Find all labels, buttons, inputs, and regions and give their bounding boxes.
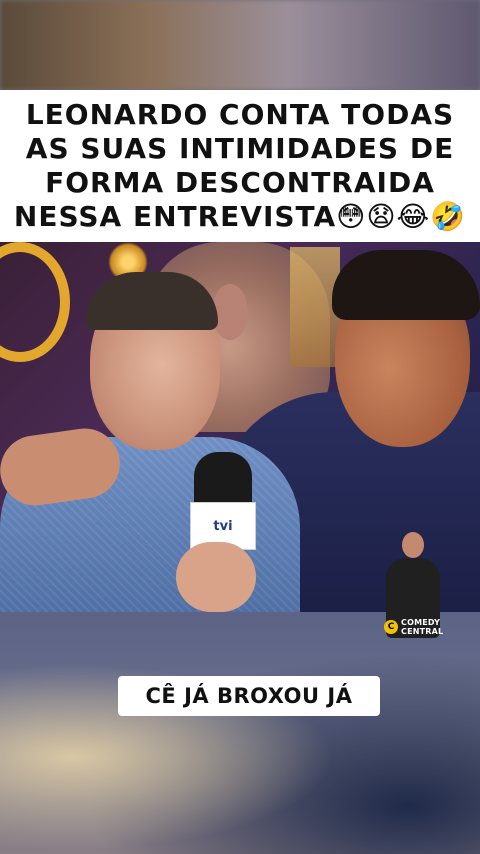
caption-text: LEONARDO CONTA TODAS AS SUAS INTIMIDADES… xyxy=(13,98,467,233)
brand-line-2: CENTRAL xyxy=(401,627,444,636)
brand-line-1: COMEDY xyxy=(401,618,441,627)
subtitle-box: CÊ JÁ BROXOU JÁ xyxy=(118,676,380,716)
blurred-background-bottom xyxy=(0,612,480,854)
subtitle-text: CÊ JÁ BROXOU JÁ xyxy=(145,684,353,708)
right-person-hair xyxy=(332,250,480,320)
marquee-light-decoration xyxy=(0,242,70,362)
cc-icon: C xyxy=(384,620,398,634)
hand-holding-microphone xyxy=(176,542,256,612)
blurred-background-top xyxy=(0,0,480,90)
comedy-central-text: COMEDY CENTRAL xyxy=(401,618,443,636)
tvi-logo: tvi xyxy=(213,518,233,534)
host-head xyxy=(402,532,424,558)
caption-header: LEONARDO CONTA TODAS AS SUAS INTIMIDADES… xyxy=(0,90,480,242)
background-poster-ear xyxy=(212,284,248,340)
comedy-central-watermark: C COMEDY CENTRAL xyxy=(384,618,443,636)
